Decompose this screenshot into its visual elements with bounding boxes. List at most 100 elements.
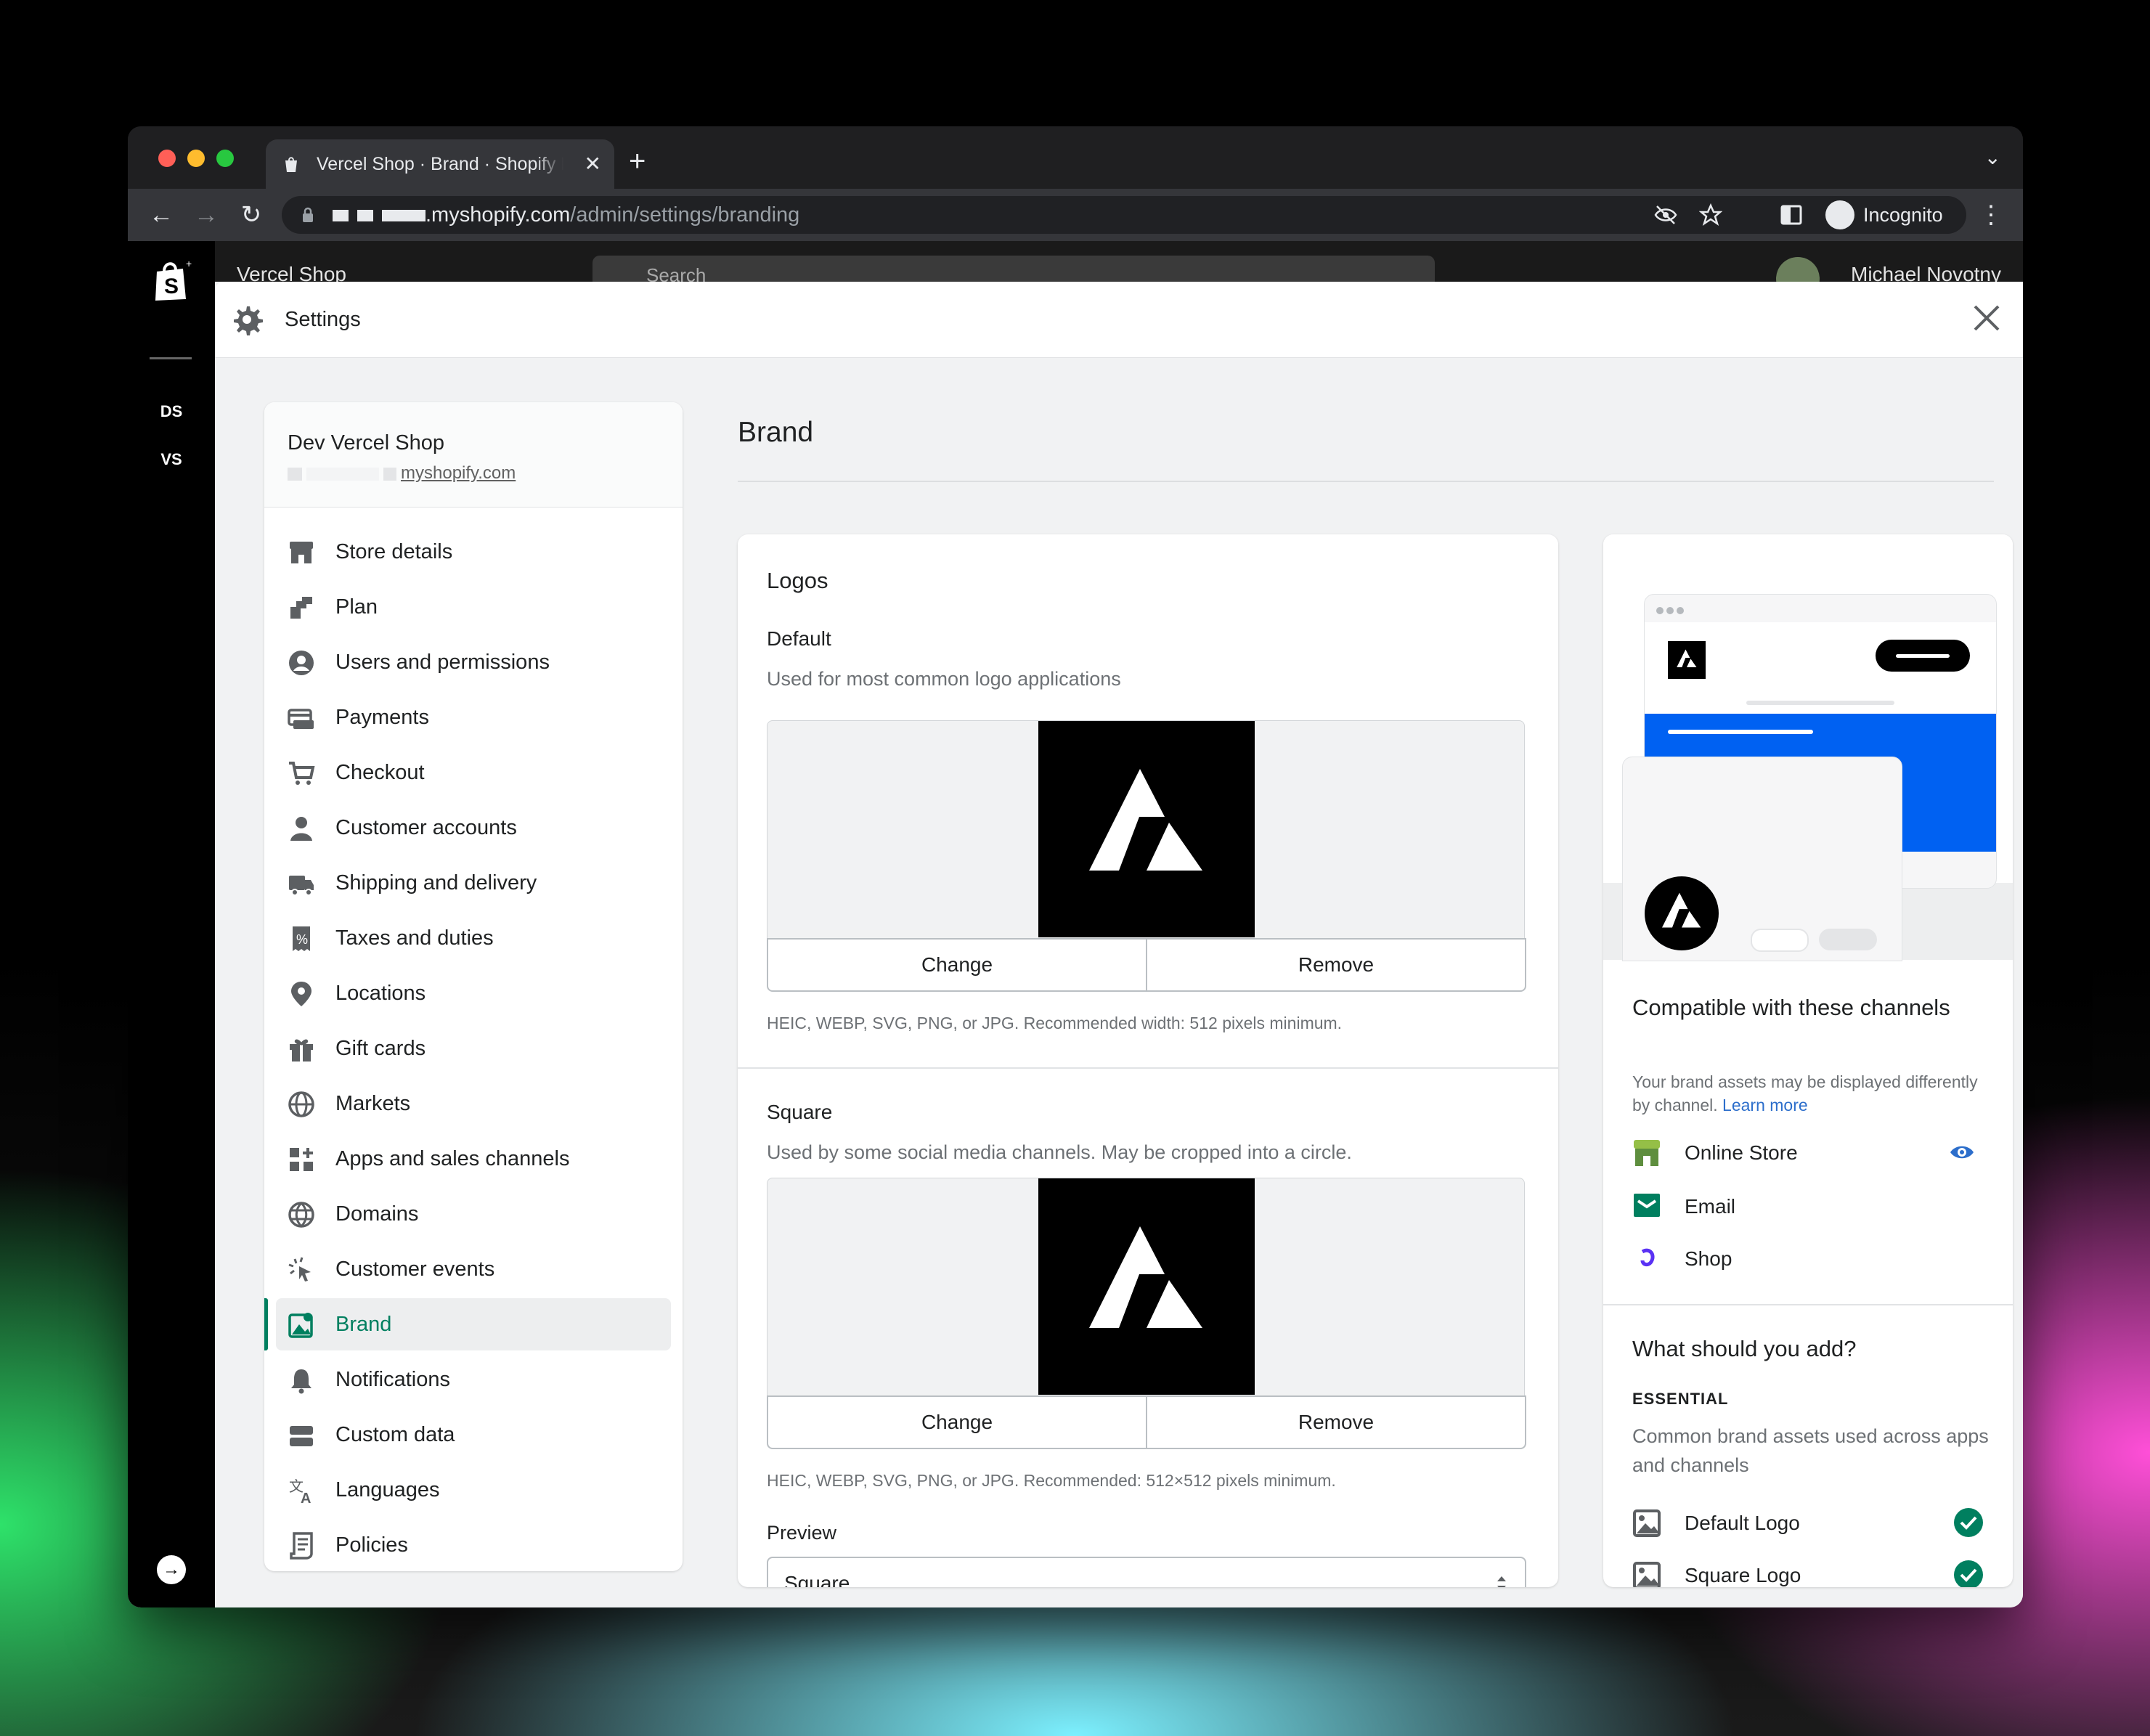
sidebar-item-gift-cards[interactable]: Gift cards [276, 1022, 671, 1075]
sidebar-item-checkout[interactable]: Checkout [276, 746, 671, 799]
sidebar-item-notifications[interactable]: Notifications [276, 1353, 671, 1406]
arrow-right-icon[interactable]: → [157, 1555, 186, 1584]
browser-menu-icon[interactable]: ⋮ [1974, 197, 2008, 232]
sidebar-item-label: Customer accounts [335, 816, 517, 839]
minimize-window-button[interactable] [187, 150, 205, 167]
mock-logo [1668, 641, 1706, 679]
apps-icon [290, 1148, 313, 1171]
sidebar-item-label: Payments [335, 706, 429, 729]
browser-toolbar: ← → ↻ .myshopify.com/admin/settings/bran… [128, 189, 2023, 241]
store-initials-ds[interactable]: DS [128, 402, 215, 421]
default-logo-actions: Change Remove [767, 938, 1526, 992]
shopify-admin: S + DS VS → Vercel Shop Search Michael No… [128, 241, 2023, 1607]
sidebar-item-plan[interactable]: Plan [276, 581, 671, 633]
plan-icon [290, 597, 312, 619]
new-tab-button[interactable]: + [629, 139, 646, 183]
back-button[interactable]: ← [144, 197, 179, 232]
document-icon [290, 1532, 313, 1560]
store-domain-link[interactable]: myshopify.com [288, 463, 516, 484]
reload-button[interactable]: ↻ [234, 197, 269, 232]
sidebar-item-brand[interactable]: Brand [264, 1298, 671, 1350]
eye-icon[interactable] [1949, 1143, 1975, 1162]
sidebar-item-payments[interactable]: Payments [276, 691, 671, 743]
eye-off-icon[interactable] [1654, 205, 1677, 225]
essential-description: Common brand assets used across apps and… [1632, 1425, 1989, 1476]
essential-label: ESSENTIAL [1632, 1390, 1729, 1408]
default-logo-description: Used for most common logo applications [767, 668, 1121, 690]
square-logo-actions: Change Remove [767, 1395, 1526, 1449]
sidebar-item-label: Notifications [335, 1368, 450, 1391]
sidebar-item-customer-events[interactable]: Customer events [276, 1243, 671, 1295]
page-title: Brand [738, 417, 814, 448]
close-icon[interactable] [1972, 303, 2001, 333]
side-panel-icon[interactable] [1780, 205, 1802, 225]
sidebar-item-label: Gift cards [335, 1037, 426, 1060]
sidebar-item-label: Custom data [335, 1423, 455, 1446]
store-switcher-rail: S + DS VS → [128, 241, 215, 1607]
channel-label-shop: Shop [1685, 1247, 1732, 1270]
incognito-indicator[interactable]: Incognito [1820, 196, 1965, 234]
square-remove-button[interactable]: Remove [1147, 1397, 1525, 1448]
truck-icon [289, 876, 314, 896]
sidebar-item-customer-accounts[interactable]: Customer accounts [276, 802, 671, 854]
sidebar-item-taxes-and-duties[interactable]: % Taxes and duties [276, 912, 671, 964]
add-item-label-default-logo: Default Logo [1685, 1512, 1800, 1534]
sidebar-item-store-details[interactable]: Store details [276, 526, 671, 578]
forward-button[interactable]: → [189, 197, 224, 232]
incognito-icon [1825, 200, 1854, 229]
sidebar-item-markets[interactable]: Markets [276, 1077, 671, 1130]
shopify-favicon-icon [285, 157, 297, 172]
learn-more-link[interactable]: Learn more [1722, 1096, 1808, 1114]
preview-select-value: Square [784, 1572, 850, 1587]
cursor-click-icon [288, 1257, 311, 1281]
sidebar-item-shipping-and-delivery[interactable]: Shipping and delivery [276, 857, 671, 909]
sidebar-item-users-and-permissions[interactable]: Users and permissions [276, 636, 671, 688]
sidebar-item-label: Users and permissions [335, 651, 550, 674]
shopify-logo-icon[interactable]: S+ [150, 258, 195, 303]
brand-icon [288, 1313, 313, 1338]
channel-label-online-store: Online Store [1685, 1141, 1798, 1164]
zoom-window-button[interactable] [216, 150, 234, 167]
square-change-button[interactable]: Change [768, 1397, 1147, 1448]
browser-tab[interactable]: Vercel Shop · Brand · Shopify P ✕ [266, 139, 614, 189]
default-logo-title: Default [767, 627, 831, 650]
sidebar-item-apps-and-sales-channels[interactable]: Apps and sales channels [276, 1133, 671, 1185]
lock-icon [303, 207, 313, 222]
shop-app-icon [1640, 1248, 1655, 1267]
svg-text:S: S [164, 274, 179, 298]
sidebar-item-custom-data[interactable]: Custom data [276, 1409, 671, 1461]
sidebar-item-label: Policies [335, 1533, 408, 1557]
url-host: .myshopify.com [425, 203, 571, 227]
close-tab-icon[interactable]: ✕ [585, 139, 601, 189]
bookmark-star-icon[interactable] [1699, 203, 1722, 227]
preview-select[interactable]: Square [767, 1557, 1526, 1587]
default-remove-button[interactable]: Remove [1147, 940, 1525, 990]
square-logo-image [1038, 1178, 1255, 1395]
default-change-button[interactable]: Change [768, 940, 1147, 990]
svg-text:A: A [301, 1491, 311, 1504]
store-initials-vs[interactable]: VS [128, 450, 215, 469]
store-header: Dev Vercel Shop myshopify.com [264, 402, 683, 508]
sidebar-item-policies[interactable]: Policies [276, 1519, 671, 1571]
default-logo-image [1038, 721, 1255, 937]
address-bar[interactable]: .myshopify.com/admin/settings/branding [282, 196, 1966, 234]
globe-icon [288, 1091, 314, 1117]
checkmark-circle-icon [1954, 1508, 1983, 1537]
online-store-icon [1634, 1140, 1660, 1166]
sidebar-item-domains[interactable]: Domains [276, 1188, 671, 1240]
sidebar-item-locations[interactable]: Locations [276, 967, 671, 1019]
tab-search-chevron-icon[interactable]: ⌄ [1984, 145, 2001, 169]
square-logo-dropzone[interactable] [767, 1178, 1525, 1397]
default-logo-dropzone[interactable] [767, 720, 1525, 940]
store-domain-text: myshopify.com [401, 463, 516, 483]
sidebar-item-label: Plan [335, 595, 378, 619]
svg-text:+: + [186, 258, 192, 269]
close-window-button[interactable] [158, 150, 176, 167]
sidebar-item-label: Markets [335, 1092, 411, 1115]
sidebar-item-label: Locations [335, 982, 426, 1005]
gift-icon [290, 1039, 313, 1061]
store-icon [290, 542, 313, 563]
sidebar-item-languages[interactable]: 文 A Languages [276, 1464, 671, 1516]
sidebar-item-label: Store details [335, 540, 453, 563]
person-icon [290, 817, 312, 841]
